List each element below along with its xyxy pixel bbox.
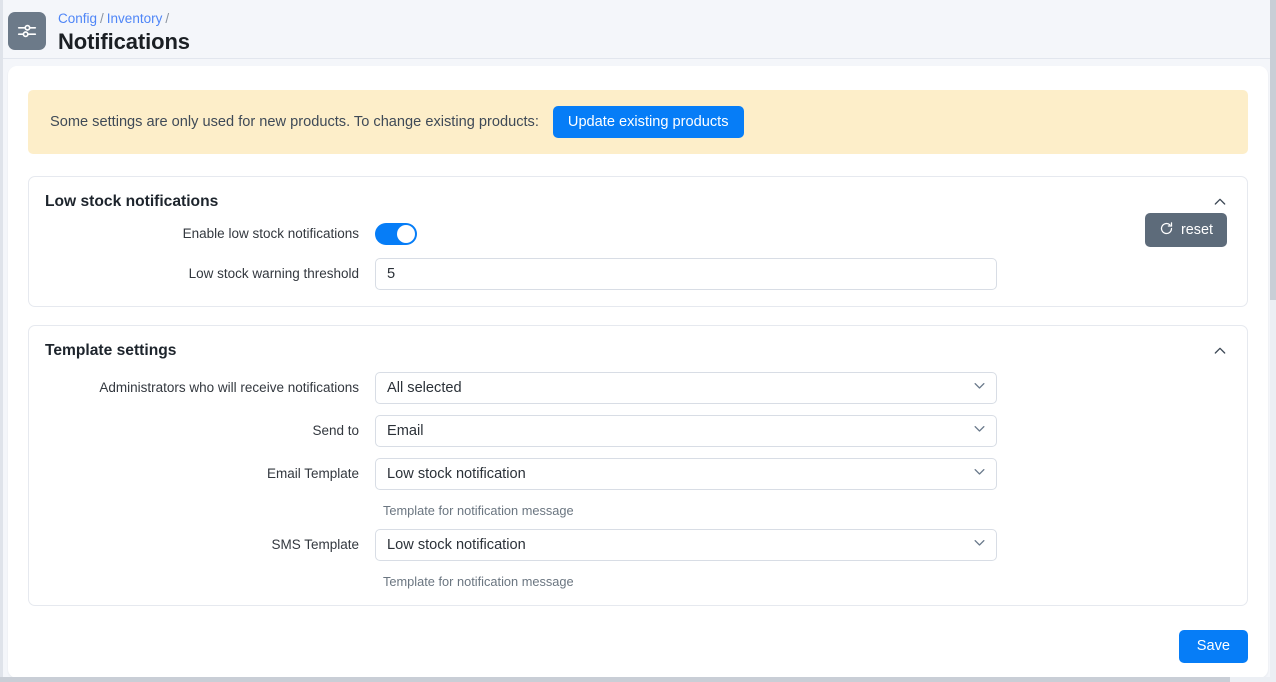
label-email-template: Email Template: [266, 466, 359, 481]
control-area-send-to: Email: [375, 415, 1227, 447]
control-area-enable-low-stock: reset: [375, 213, 1227, 248]
sms-template-select[interactable]: Low stock notification: [375, 529, 997, 561]
breadcrumb-separator-2: /: [165, 11, 170, 26]
card-template-settings: Template settings Administrators who wil…: [28, 325, 1248, 606]
horizontal-scrollbar[interactable]: [0, 677, 1276, 682]
breadcrumb-separator-1: /: [100, 11, 104, 26]
field-low-stock-threshold: Low stock warning threshold: [45, 258, 1227, 290]
breadcrumb: Config / Inventory /: [58, 9, 190, 28]
chevron-up-icon[interactable]: [1209, 191, 1231, 213]
select-wrap-send-to: Email: [375, 415, 997, 447]
chevron-up-icon[interactable]: [1209, 340, 1231, 362]
page-header: Config / Inventory / Notifications: [0, 0, 1276, 59]
content-panel: Some settings are only used for new prod…: [8, 66, 1268, 678]
select-wrap-sms-template: Low stock notification: [375, 529, 997, 561]
refresh-icon: [1159, 221, 1174, 239]
breadcrumb-item-inventory[interactable]: Inventory: [107, 11, 163, 26]
control-area-administrators: All selected: [375, 372, 1227, 404]
save-button[interactable]: Save: [1178, 630, 1248, 663]
label-sms-template: SMS Template: [271, 537, 359, 552]
select-wrap-email-template: Low stock notification: [375, 458, 997, 490]
page-title: Notifications: [58, 29, 190, 54]
field-sms-template: SMS Template Low stock notification Temp…: [45, 529, 1227, 589]
vertical-scrollbar-thumb[interactable]: [1270, 0, 1276, 300]
email-template-select-value: Low stock notification: [387, 466, 526, 482]
vertical-scrollbar[interactable]: [1270, 0, 1276, 682]
help-email-template: Template for notification message: [383, 503, 574, 518]
label-send-to: Send to: [312, 423, 359, 438]
field-administrators: Administrators who will receive notifica…: [45, 372, 1227, 404]
field-enable-low-stock: Enable low stock notifications reset: [45, 213, 1227, 248]
sliders-icon: [8, 12, 46, 50]
toggle-knob: [397, 225, 415, 243]
page-root: Config / Inventory / Notifications Some set…: [0, 0, 1276, 682]
control-area-email-template: Low stock notification: [375, 458, 1227, 490]
form-footer: Save: [28, 624, 1248, 663]
send-to-select-value: Email: [387, 423, 424, 439]
label-administrators: Administrators who will receive notifica…: [99, 380, 359, 395]
control-area-threshold: [375, 258, 1227, 290]
info-alert: Some settings are only used for new prod…: [28, 90, 1248, 154]
horizontal-scrollbar-thumb[interactable]: [0, 677, 1230, 682]
alert-message: Some settings are only used for new prod…: [50, 114, 539, 130]
card-title-template-settings: Template settings: [45, 342, 177, 359]
card-low-stock-notifications: Low stock notifications Enable low stock…: [28, 176, 1248, 307]
breadcrumb-item-config[interactable]: Config: [58, 11, 97, 26]
help-sms-template: Template for notification message: [383, 574, 574, 589]
administrators-select[interactable]: All selected: [375, 372, 997, 404]
sms-template-select-value: Low stock notification: [387, 537, 526, 553]
label-enable-low-stock: Enable low stock notifications: [182, 226, 359, 241]
low-stock-threshold-input[interactable]: [375, 258, 997, 290]
field-send-to: Send to Email: [45, 415, 1227, 447]
card-title-low-stock: Low stock notifications: [45, 193, 219, 210]
update-existing-products-button[interactable]: Update existing products: [552, 105, 744, 139]
email-template-select[interactable]: Low stock notification: [375, 458, 997, 490]
reset-button[interactable]: reset: [1145, 213, 1227, 248]
select-wrap-administrators: All selected: [375, 372, 997, 404]
header-text-group: Config / Inventory / Notifications: [58, 8, 190, 56]
label-low-stock-threshold: Low stock warning threshold: [188, 266, 359, 281]
enable-low-stock-toggle[interactable]: [375, 223, 417, 245]
send-to-select[interactable]: Email: [375, 415, 997, 447]
window-left-edge: [0, 0, 3, 682]
row-administrators: Administrators who will receive notifica…: [45, 372, 1227, 404]
field-email-template: Email Template Low stock notification Te…: [45, 458, 1227, 518]
reset-button-label: reset: [1181, 222, 1213, 238]
control-area-sms-template: Low stock notification: [375, 529, 1227, 561]
row-send-to: Send to Email: [45, 415, 1227, 447]
row-email-template: Email Template Low stock notification: [45, 458, 1227, 490]
row-sms-template: SMS Template Low stock notification: [45, 529, 1227, 561]
administrators-select-value: All selected: [387, 380, 462, 396]
